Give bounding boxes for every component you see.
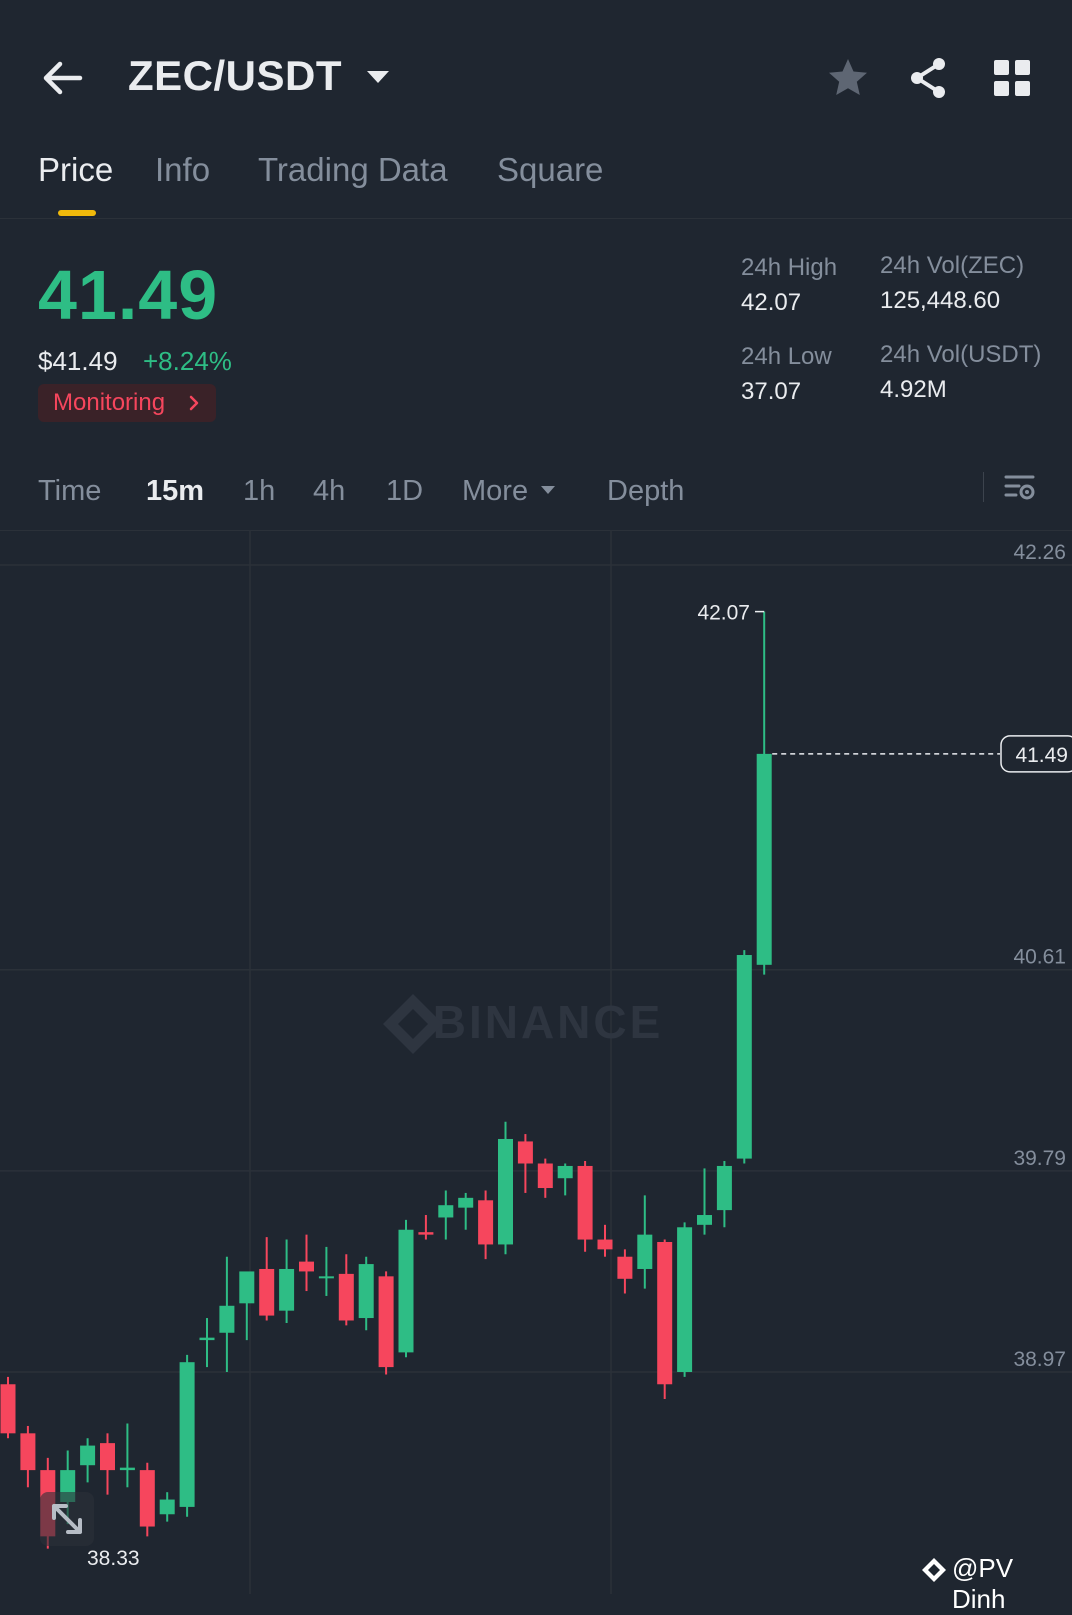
candle-body	[577, 1165, 593, 1240]
chart-watermark: BINANCE	[433, 996, 664, 1048]
candle-body	[279, 1268, 295, 1311]
grid-icon[interactable]	[990, 56, 1034, 100]
y-tick-label: 42.26	[1013, 541, 1066, 564]
candle-body	[756, 753, 772, 965]
candle-body	[199, 1337, 215, 1341]
candle-body	[438, 1205, 454, 1218]
share-icon[interactable]	[906, 56, 950, 100]
candle-body	[478, 1200, 494, 1245]
candle-body	[239, 1271, 255, 1304]
tab-info[interactable]: Info	[155, 151, 210, 189]
stat-low-label: 24h Low	[741, 343, 832, 370]
stat-high-value: 42.07	[741, 289, 802, 316]
interval-time[interactable]: Time	[38, 475, 101, 508]
y-tick-label: 39.79	[1013, 1147, 1066, 1170]
tab-price[interactable]: Price	[38, 151, 113, 189]
y-tick-label: 40.61	[1013, 946, 1066, 969]
interval-depth[interactable]: Depth	[607, 475, 684, 508]
back-arrow-icon[interactable]	[40, 58, 84, 98]
expand-chart-button[interactable]	[40, 1492, 94, 1546]
interval-4h[interactable]: 4h	[313, 475, 345, 508]
header-bar: ZEC/USDT	[0, 0, 1072, 150]
usd-price: $41.49	[38, 346, 118, 376]
candle-body	[139, 1470, 155, 1527]
stat-vol-quote-label: 24h Vol(USDT)	[880, 341, 1042, 368]
candle-body	[736, 955, 752, 1159]
chart-grid	[0, 530, 1072, 1594]
candle-body	[617, 1256, 633, 1279]
star-icon[interactable]	[826, 56, 870, 100]
stat-vol-base-label: 24h Vol(ZEC)	[880, 252, 1025, 279]
pair-title[interactable]: ZEC/USDT	[128, 52, 342, 100]
candle-body	[537, 1163, 553, 1189]
chevron-right-icon	[189, 395, 199, 411]
monitoring-label: Monitoring	[53, 389, 166, 416]
price-axis: 42.2640.6139.7938.9738.1	[1013, 541, 1066, 1594]
tab-trading-data[interactable]: Trading Data	[258, 151, 448, 189]
y-tick-label: 38.97	[1013, 1348, 1066, 1371]
candle-body	[259, 1268, 275, 1316]
low-marker-label: 38.33	[87, 1547, 140, 1570]
candle-body	[517, 1141, 533, 1164]
expand-icon	[52, 1504, 82, 1534]
candle-body	[100, 1443, 115, 1471]
candle-body	[398, 1229, 414, 1353]
user-watermark-logo-icon	[922, 1558, 946, 1582]
candle-body	[219, 1305, 235, 1333]
last-price-tag-label: 41.49	[1015, 744, 1068, 767]
interval-divider	[983, 472, 984, 502]
last-price: 41.49	[38, 256, 219, 334]
more-caret-icon[interactable]	[540, 485, 556, 495]
candle-body	[637, 1234, 653, 1269]
candle-body	[179, 1362, 195, 1507]
candle-body	[378, 1276, 394, 1368]
chart-markers: 42.07 38.33 41.49	[87, 602, 1072, 1570]
interval-15m[interactable]: 15m	[146, 475, 204, 508]
high-marker-label: 42.07	[697, 602, 750, 625]
candle-body	[418, 1232, 434, 1235]
candle-body	[80, 1445, 96, 1466]
interval-more[interactable]: More	[462, 475, 528, 508]
candles	[0, 611, 772, 1549]
main-tabs: Price Info Trading Data Square	[0, 145, 1072, 219]
caret-down-icon[interactable]	[365, 68, 391, 86]
candle-body	[159, 1499, 175, 1515]
user-watermark: @PV Dinh	[952, 1553, 1014, 1614]
candle-body	[697, 1215, 712, 1225]
candle-body	[557, 1165, 573, 1179]
interval-bar: Time 15m 1h 4h 1D More Depth	[0, 462, 1072, 531]
chart-settings-icon[interactable]	[1003, 470, 1037, 504]
candle-body	[0, 1384, 16, 1434]
candle-body	[358, 1264, 374, 1319]
candle-body	[458, 1197, 474, 1208]
candle-body	[299, 1261, 314, 1272]
candle-body	[338, 1273, 354, 1321]
interval-1d[interactable]: 1D	[386, 475, 423, 508]
active-tab-indicator	[58, 210, 96, 216]
tab-square[interactable]: Square	[497, 151, 603, 189]
candle-body	[20, 1433, 36, 1471]
candle-body	[318, 1276, 334, 1279]
stat-vol-base-value: 125,448.60	[880, 287, 1001, 314]
candle-body	[119, 1467, 135, 1471]
candle-body	[498, 1138, 513, 1245]
candle-body	[657, 1241, 673, 1385]
stat-low-value: 37.07	[741, 378, 802, 405]
candle-body	[716, 1165, 732, 1211]
interval-1h[interactable]: 1h	[243, 475, 275, 508]
stat-high-label: 24h High	[741, 254, 838, 281]
stat-vol-quote-value: 4.92M	[880, 376, 947, 403]
candlestick-chart[interactable]: BINANCE 42.2640.6139.7938.9738.1 42.0738…	[0, 530, 1072, 1594]
price-change: +8.24%	[143, 346, 232, 376]
candle-body	[677, 1227, 693, 1372]
monitoring-button[interactable]: Monitoring	[38, 384, 216, 422]
candle-body	[597, 1239, 613, 1250]
